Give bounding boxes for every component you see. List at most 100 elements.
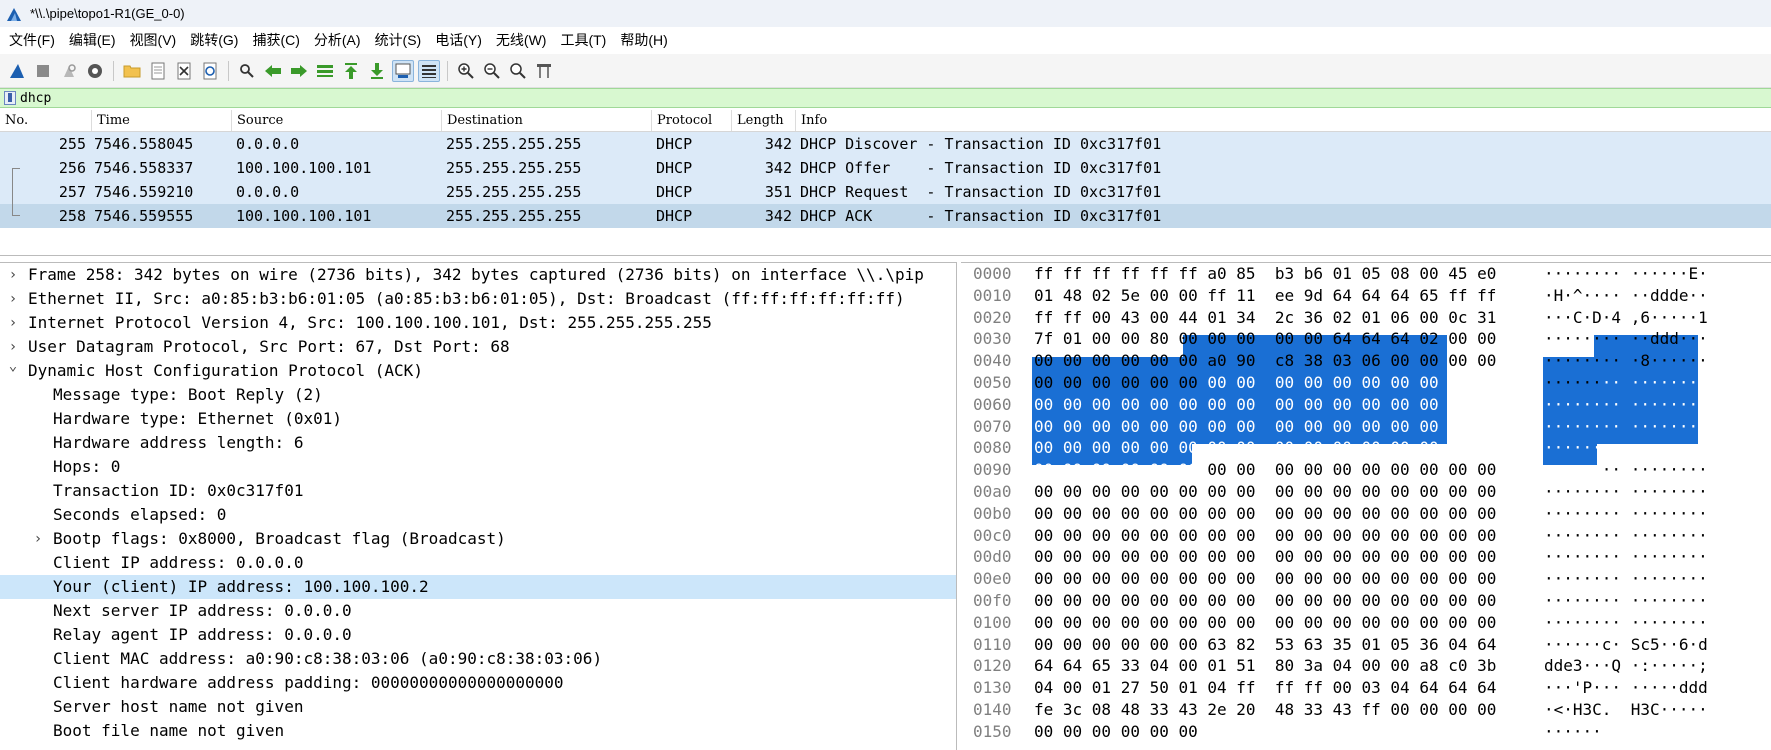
menu-item-10[interactable]: 帮助(H) bbox=[613, 27, 674, 54]
stop-icon[interactable] bbox=[32, 60, 54, 82]
protocol-field[interactable]: Transaction ID: 0x0c317f01 bbox=[0, 479, 956, 503]
hex-dump-line[interactable]: 0140 fe 3c 08 48 33 43 2e 20 48 33 43 ff … bbox=[961, 699, 1771, 721]
protocol-field[interactable]: Message type: Boot Reply (2) bbox=[0, 383, 956, 407]
hex-dump-line[interactable]: 0070 00 00 00 00 00 00 00 00 00 00 00 00 … bbox=[961, 416, 1771, 438]
display-filter-input[interactable] bbox=[20, 89, 1771, 107]
packet-cell-info: DHCP Offer - Transaction ID 0xc317f01 bbox=[800, 159, 1162, 177]
chevron-down-icon[interactable]: ⌄ bbox=[6, 359, 20, 383]
packet-row[interactable]: 256 7546.558337 100.100.100.101 255.255.255… bbox=[0, 156, 1771, 180]
hex-dump-line[interactable]: 00d0 00 00 00 00 00 00 00 00 00 00 00 00 … bbox=[961, 546, 1771, 568]
reload-icon[interactable] bbox=[199, 60, 221, 82]
hex-dump-line[interactable]: 00a0 00 00 00 00 00 00 00 00 00 00 00 00 … bbox=[961, 481, 1771, 503]
restart-icon[interactable] bbox=[58, 60, 80, 82]
menu-item-9[interactable]: 工具(T) bbox=[553, 27, 613, 54]
tree-item-text: User Datagram Protocol, Src Port: 67, Ds… bbox=[28, 337, 510, 356]
options-gear-icon[interactable] bbox=[84, 60, 106, 82]
protocol-field[interactable]: Client IP address: 0.0.0.0 bbox=[0, 551, 956, 575]
protocol-tree-item[interactable]: ⌄ Dynamic Host Configuration Protocol (AC… bbox=[0, 359, 956, 383]
hex-dump-line[interactable]: 0150 00 00 00 00 00 00 ······ bbox=[961, 721, 1771, 743]
hex-dump-line[interactable]: 00e0 00 00 00 00 00 00 00 00 00 00 00 00 … bbox=[961, 568, 1771, 590]
open-folder-icon[interactable] bbox=[121, 60, 143, 82]
hex-dump-line[interactable]: 0080 00 00 00 00 00 00 00 00 00 00 00 00 … bbox=[961, 437, 1771, 459]
protocol-field[interactable]: Next server IP address: 0.0.0.0 bbox=[0, 599, 956, 623]
column-header[interactable]: Protocol bbox=[652, 110, 732, 131]
back-arrow-icon[interactable] bbox=[262, 60, 284, 82]
column-header[interactable]: Info bbox=[796, 110, 1771, 131]
menu-item-1[interactable]: 编辑(E) bbox=[62, 27, 123, 54]
protocol-field[interactable]: › Bootp flags: 0x8000, Broadcast flag (Br… bbox=[0, 527, 956, 551]
packet-row[interactable]: 258 7546.559555 100.100.100.101 255.255.255… bbox=[0, 204, 1771, 228]
zoom-in-icon[interactable] bbox=[455, 60, 477, 82]
chevron-right-icon[interactable]: › bbox=[6, 287, 20, 311]
chevron-right-icon[interactable]: › bbox=[31, 527, 45, 551]
hex-bytes: 00 00 00 00 00 00 00 00 00 00 00 00 00 0… bbox=[1034, 569, 1497, 589]
packet-row[interactable]: 257 7546.559210 0.0.0.0 255.255.255.255 DHCP… bbox=[0, 180, 1771, 204]
protocol-field[interactable]: Relay agent IP address: 0.0.0.0 bbox=[0, 623, 956, 647]
hex-dump-line[interactable]: 0000 ff ff ff ff ff ff a0 85 b3 b6 01 05 … bbox=[961, 263, 1771, 285]
hex-dump-line[interactable]: 0060 00 00 00 00 00 00 00 00 00 00 00 00 … bbox=[961, 394, 1771, 416]
hex-dump-line[interactable]: 0110 00 00 00 00 00 00 63 82 53 63 35 01 … bbox=[961, 634, 1771, 656]
save-file-icon[interactable] bbox=[147, 60, 169, 82]
column-header[interactable]: No. bbox=[0, 110, 92, 131]
go-to-packet-icon[interactable] bbox=[314, 60, 336, 82]
hex-dump-line[interactable]: 0100 00 00 00 00 00 00 00 00 00 00 00 00 … bbox=[961, 612, 1771, 634]
hex-dump-line[interactable]: 0120 64 64 65 33 04 00 01 51 80 3a 04 00 … bbox=[961, 655, 1771, 677]
protocol-field[interactable]: Server host name not given bbox=[0, 695, 956, 719]
protocol-tree-item[interactable]: › User Datagram Protocol, Src Port: 67, D… bbox=[0, 335, 956, 359]
protocol-field[interactable]: Seconds elapsed: 0 bbox=[0, 503, 956, 527]
colorize-icon[interactable] bbox=[418, 59, 440, 82]
shark-fin-start-icon[interactable] bbox=[6, 60, 28, 82]
first-packet-icon[interactable] bbox=[340, 60, 362, 82]
hex-dump-line[interactable]: 0130 04 00 01 27 50 01 04 ff ff ff 00 03 … bbox=[961, 677, 1771, 699]
column-header[interactable]: Length bbox=[732, 110, 796, 131]
hex-dump-line[interactable]: 00c0 00 00 00 00 00 00 00 00 00 00 00 00 … bbox=[961, 525, 1771, 547]
menu-item-2[interactable]: 视图(V) bbox=[123, 27, 184, 54]
filter-bookmark-icon[interactable] bbox=[4, 91, 16, 105]
column-header[interactable]: Time bbox=[92, 110, 232, 131]
packet-row[interactable]: 255 7546.558045 0.0.0.0 255.255.255.255 DHCP… bbox=[0, 132, 1771, 156]
zoom-normal-icon[interactable] bbox=[507, 60, 529, 82]
packet-cell-no: 255 bbox=[58, 135, 86, 153]
chevron-right-icon[interactable]: › bbox=[6, 335, 20, 359]
menu-item-4[interactable]: 捕获(C) bbox=[245, 27, 306, 54]
packet-cell-dst: 255.255.255.255 bbox=[446, 207, 582, 225]
menu-item-0[interactable]: 文件(F) bbox=[2, 27, 62, 54]
hex-dump-line[interactable]: 0030 7f 01 00 00 80 00 00 00 00 00 64 64 … bbox=[961, 328, 1771, 350]
protocol-field[interactable]: Client MAC address: a0:90:c8:38:03:06 (a… bbox=[0, 647, 956, 671]
close-file-icon[interactable] bbox=[173, 60, 195, 82]
byte-offset: 0090 bbox=[973, 460, 1012, 480]
protocol-field[interactable]: Your (client) IP address: 100.100.100.2 bbox=[0, 575, 956, 599]
forward-arrow-icon[interactable] bbox=[288, 60, 310, 82]
menu-item-3[interactable]: 跳转(G) bbox=[183, 27, 245, 54]
byte-offset: 00b0 bbox=[973, 503, 1012, 523]
hex-dump-line[interactable]: 0090 00 00 00 00 00 00 00 00 00 00 00 00 … bbox=[961, 459, 1771, 481]
hex-dump-line[interactable]: 0050 00 00 00 00 00 00 00 00 00 00 00 00 … bbox=[961, 372, 1771, 394]
resize-columns-icon[interactable] bbox=[533, 60, 555, 82]
column-header[interactable]: Destination bbox=[442, 110, 652, 131]
menu-item-8[interactable]: 无线(W) bbox=[489, 27, 554, 54]
chevron-right-icon[interactable]: › bbox=[6, 311, 20, 335]
menu-item-7[interactable]: 电话(Y) bbox=[428, 27, 489, 54]
find-icon[interactable] bbox=[236, 60, 258, 82]
hex-bytes: fe 3c 08 48 33 43 2e 20 48 33 43 ff 00 0… bbox=[1034, 699, 1497, 719]
protocol-field[interactable]: Boot file name not given bbox=[0, 719, 956, 743]
chevron-right-icon[interactable]: › bbox=[6, 263, 20, 287]
protocol-tree-item[interactable]: › Internet Protocol Version 4, Src: 100.1… bbox=[0, 311, 956, 335]
hex-dump-line[interactable]: 0040 00 00 00 00 00 00 a0 90 c8 38 03 06 … bbox=[961, 350, 1771, 372]
zoom-out-icon[interactable] bbox=[481, 60, 503, 82]
autoscroll-icon[interactable] bbox=[392, 59, 414, 82]
column-header[interactable]: Source bbox=[232, 110, 442, 131]
protocol-field[interactable]: Hops: 0 bbox=[0, 455, 956, 479]
protocol-field[interactable]: Client hardware address padding: 0000000… bbox=[0, 671, 956, 695]
protocol-field[interactable]: Hardware address length: 6 bbox=[0, 431, 956, 455]
hex-dump-line[interactable]: 00b0 00 00 00 00 00 00 00 00 00 00 00 00 … bbox=[961, 503, 1771, 525]
protocol-field[interactable]: Hardware type: Ethernet (0x01) bbox=[0, 407, 956, 431]
hex-dump-line[interactable]: 0010 01 48 02 5e 00 00 ff 11 ee 9d 64 64 … bbox=[961, 285, 1771, 307]
last-packet-icon[interactable] bbox=[366, 60, 388, 82]
hex-dump-line[interactable]: 00f0 00 00 00 00 00 00 00 00 00 00 00 00 … bbox=[961, 590, 1771, 612]
protocol-tree-item[interactable]: › Frame 258: 342 bytes on wire (2736 bits… bbox=[0, 263, 956, 287]
protocol-tree-item[interactable]: › Ethernet II, Src: a0:85:b3:b6:01:05 (a0… bbox=[0, 287, 956, 311]
menu-item-6[interactable]: 统计(S) bbox=[368, 27, 429, 54]
hex-dump-line[interactable]: 0020 ff ff 00 43 00 44 01 34 2c 36 02 01 … bbox=[961, 307, 1771, 329]
menu-item-5[interactable]: 分析(A) bbox=[307, 27, 368, 54]
